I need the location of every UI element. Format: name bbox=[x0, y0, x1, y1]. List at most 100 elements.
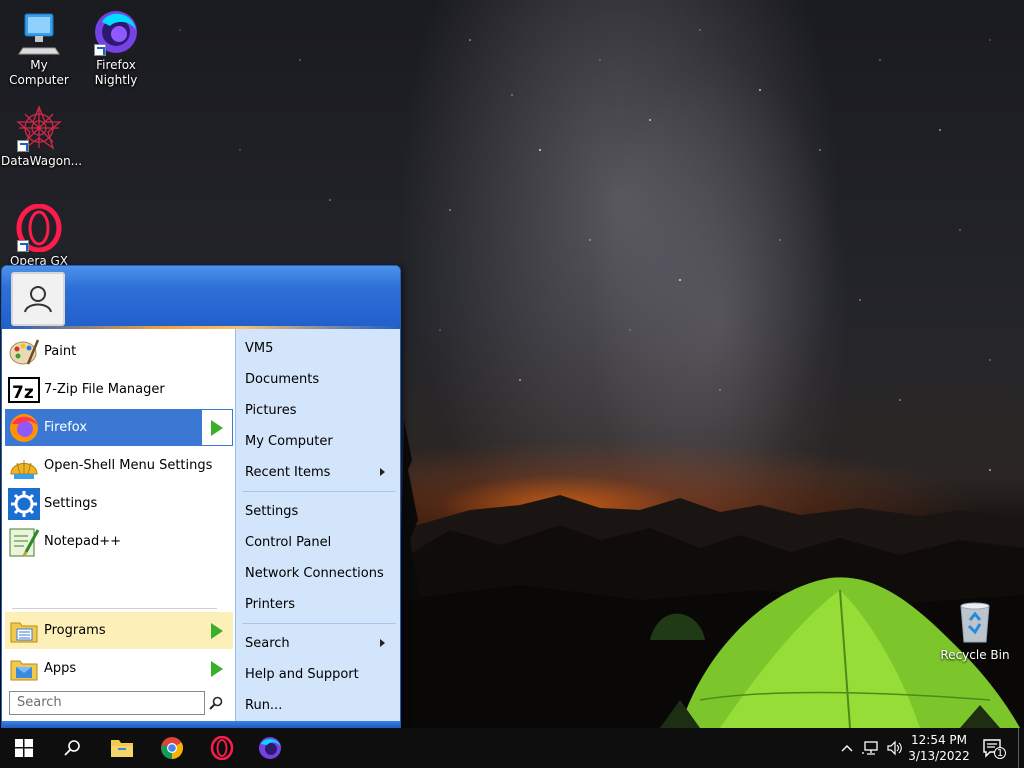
link-label: My Computer bbox=[245, 433, 333, 449]
recycle-bin-icon bbox=[953, 600, 997, 644]
clock-time: 12:54 PM bbox=[911, 733, 967, 747]
taskbar-file-explorer[interactable] bbox=[98, 728, 146, 768]
start-item-label: Notepad++ bbox=[44, 534, 122, 549]
start-menu-footer bbox=[2, 721, 400, 727]
link-label: Network Connections bbox=[245, 565, 384, 581]
link-my-computer[interactable]: My Computer bbox=[245, 426, 395, 456]
notepad-plus-plus-icon bbox=[8, 526, 40, 558]
show-desktop-button[interactable] bbox=[1018, 728, 1019, 768]
desktop-icon-label: Firefox Nightly bbox=[94, 58, 138, 87]
taskbar: 12:54 PM 3/13/2022 1 bbox=[0, 728, 1024, 768]
opera-gx-icon bbox=[210, 736, 234, 760]
show-hidden-icons-button[interactable] bbox=[838, 728, 856, 768]
folder-icon bbox=[111, 740, 133, 757]
link-label: Settings bbox=[245, 503, 299, 519]
apps-folder-icon bbox=[8, 653, 40, 685]
desktop-icon-datawagon[interactable]: DataWagon... bbox=[1, 104, 82, 169]
taskbar-chrome[interactable] bbox=[148, 728, 196, 768]
link-documents[interactable]: Documents bbox=[245, 364, 395, 394]
desktop-icon-recycle-bin[interactable]: Recycle Bin bbox=[938, 600, 1012, 662]
network-tray-button[interactable] bbox=[860, 728, 882, 768]
link-label: Control Panel bbox=[245, 534, 332, 550]
shortcut-arrow-icon bbox=[17, 140, 29, 152]
clock-date: 3/13/2022 bbox=[908, 749, 970, 763]
link-recent-items[interactable]: Recent Items bbox=[245, 457, 395, 487]
link-label: Run... bbox=[245, 697, 283, 713]
search-icon bbox=[64, 740, 80, 756]
start-menu-programs-pane: Paint 7z 7-Zip File Manager Firefox Open… bbox=[2, 329, 235, 727]
taskbar-firefox-nightly[interactable] bbox=[246, 728, 294, 768]
start-item-settings[interactable]: Settings bbox=[5, 485, 233, 522]
link-control-panel[interactable]: Control Panel bbox=[245, 527, 395, 557]
taskbar-search-button[interactable] bbox=[48, 728, 96, 768]
speaker-icon bbox=[887, 740, 902, 756]
start-item-notepad-plus-plus[interactable]: Notepad++ bbox=[5, 523, 233, 560]
expand-arrow-icon bbox=[211, 622, 223, 639]
start-item-firefox[interactable]: Firefox bbox=[5, 409, 233, 446]
gear-icon bbox=[8, 487, 40, 520]
link-label: VM5 bbox=[245, 340, 274, 356]
desktop-icon-firefox-nightly[interactable]: Firefox Nightly bbox=[78, 8, 154, 88]
expand-arrow-icon bbox=[211, 419, 223, 436]
user-icon bbox=[24, 286, 52, 313]
volume-tray-button[interactable] bbox=[884, 728, 906, 768]
link-printers[interactable]: Printers bbox=[245, 589, 395, 619]
start-item-label: Paint bbox=[44, 344, 77, 359]
link-help-and-support[interactable]: Help and Support bbox=[245, 659, 395, 689]
firefox-nightly-icon bbox=[92, 8, 140, 56]
opera-gx-icon bbox=[15, 203, 63, 253]
link-label: Pictures bbox=[245, 402, 297, 418]
chevron-right-icon bbox=[380, 468, 385, 476]
link-search[interactable]: Search bbox=[245, 628, 395, 658]
link-pictures[interactable]: Pictures bbox=[245, 395, 395, 425]
desktop-icon-opera-gx[interactable]: Opera GX bbox=[1, 203, 77, 269]
start-search-input[interactable]: Search bbox=[9, 691, 205, 715]
links-separator bbox=[242, 491, 396, 492]
firefox-icon bbox=[8, 412, 40, 444]
link-label: Printers bbox=[245, 596, 296, 612]
taskbar-clock[interactable]: 12:54 PM 3/13/2022 bbox=[906, 732, 972, 764]
recycle-bin-label: Recycle Bin bbox=[940, 648, 1010, 662]
chevron-up-icon bbox=[841, 745, 853, 752]
action-center-button[interactable]: 1 bbox=[978, 728, 1010, 768]
start-item-programs[interactable]: Programs bbox=[5, 612, 233, 649]
start-item-label: Apps bbox=[44, 661, 77, 676]
link-run[interactable]: Run... bbox=[245, 690, 395, 720]
start-item-7zip[interactable]: 7z 7-Zip File Manager bbox=[5, 371, 233, 408]
start-item-label: Programs bbox=[44, 623, 106, 638]
desktop-icon-label: My Computer bbox=[9, 58, 69, 87]
user-avatar[interactable] bbox=[11, 272, 65, 326]
link-vm5[interactable]: VM5 bbox=[245, 333, 395, 363]
link-label: Help and Support bbox=[245, 666, 359, 682]
datawagon-icon bbox=[15, 104, 63, 152]
link-label: Search bbox=[245, 635, 290, 651]
start-menu-separator bbox=[12, 608, 217, 609]
link-network-connections[interactable]: Network Connections bbox=[245, 558, 395, 588]
chevron-right-icon bbox=[380, 639, 385, 647]
start-button[interactable] bbox=[0, 728, 48, 768]
firefox-jumplist-button[interactable] bbox=[201, 409, 233, 446]
link-settings[interactable]: Settings bbox=[245, 496, 395, 526]
start-item-label: Open-Shell Menu Settings bbox=[44, 458, 213, 473]
notification-count-badge: 1 bbox=[996, 748, 1004, 759]
search-icon[interactable] bbox=[208, 695, 224, 711]
start-item-label: Firefox bbox=[44, 420, 88, 435]
desktop-icon-my-computer[interactable]: My Computer bbox=[1, 8, 77, 88]
start-menu-header bbox=[2, 266, 400, 329]
paint-palette-icon bbox=[8, 336, 40, 368]
shortcut-arrow-icon bbox=[94, 44, 106, 56]
links-separator bbox=[242, 623, 396, 624]
shortcut-arrow-icon bbox=[17, 240, 29, 252]
link-label: Recent Items bbox=[245, 464, 331, 480]
svg-text:7z: 7z bbox=[12, 383, 34, 403]
programs-folder-icon bbox=[8, 615, 40, 647]
start-item-open-shell-settings[interactable]: Open-Shell Menu Settings bbox=[5, 447, 233, 484]
start-menu: Paint 7z 7-Zip File Manager Firefox Open… bbox=[1, 265, 401, 728]
search-placeholder: Search bbox=[17, 695, 62, 710]
start-item-apps[interactable]: Apps bbox=[5, 650, 233, 687]
chrome-icon bbox=[161, 737, 183, 759]
start-item-paint[interactable]: Paint bbox=[5, 333, 233, 370]
link-label: Documents bbox=[245, 371, 320, 387]
taskbar-opera-gx[interactable] bbox=[198, 728, 246, 768]
open-shell-icon bbox=[8, 450, 40, 482]
